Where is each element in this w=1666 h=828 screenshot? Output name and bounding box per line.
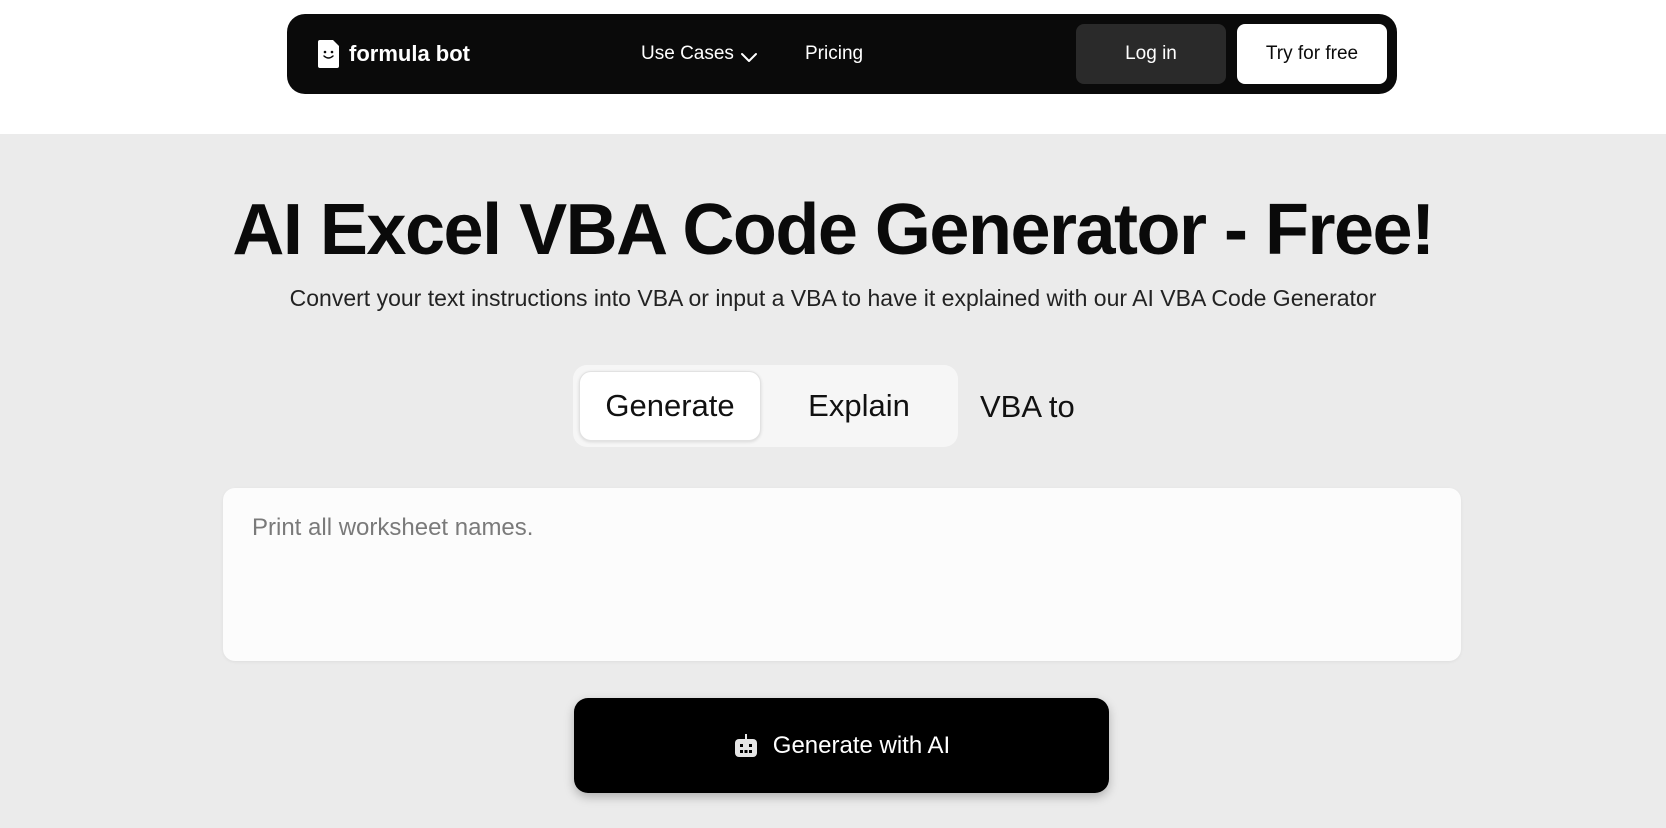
generate-with-ai-label: Generate with AI xyxy=(772,731,951,759)
tab-explain[interactable]: Explain xyxy=(767,371,951,441)
robot-icon xyxy=(733,733,759,759)
use-cases-menu[interactable]: Use Cases xyxy=(641,42,758,66)
navbar: formula bot Use Cases Pricing Log in Try… xyxy=(287,14,1397,94)
brand-logo[interactable]: formula bot xyxy=(317,38,470,70)
mode-tabs: Generate Explain xyxy=(573,365,958,447)
chevron-down-icon xyxy=(740,48,758,62)
page-title: AI Excel VBA Code Generator - Free! xyxy=(232,190,1435,270)
prompt-input[interactable] xyxy=(223,488,1461,661)
tab-vba-to[interactable]: VBA to xyxy=(980,372,1075,442)
login-button[interactable]: Log in xyxy=(1076,24,1226,84)
try-for-free-button[interactable]: Try for free xyxy=(1237,24,1387,84)
generate-with-ai-button[interactable]: Generate with AI xyxy=(574,698,1109,793)
pricing-link[interactable]: Pricing xyxy=(805,42,863,66)
page-subtitle: Convert your text instructions into VBA … xyxy=(289,285,1377,311)
prompt-container xyxy=(223,488,1461,661)
brand-name: formula bot xyxy=(349,41,470,66)
use-cases-label: Use Cases xyxy=(641,43,734,64)
smiling-document-icon xyxy=(317,39,341,69)
tab-generate[interactable]: Generate xyxy=(579,371,761,441)
